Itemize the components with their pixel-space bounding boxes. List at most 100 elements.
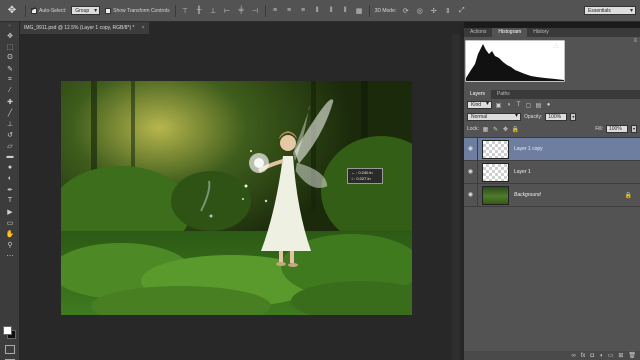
distribute-top-icon[interactable]: ≡ [271, 6, 280, 15]
lock-transparent-icon[interactable]: ▦ [482, 126, 489, 133]
layer-row[interactable]: ◉ Layer 1 copy [464, 137, 640, 161]
layers-filter-row: Kind ▣ ◑ T ▢ ▤ ● [464, 99, 640, 111]
align-top-icon[interactable]: ⊤ [181, 6, 190, 15]
shape-icon[interactable]: ▭ [0, 217, 20, 228]
3d-rotate-icon[interactable]: ⟳ [401, 6, 410, 15]
history-brush-icon[interactable]: ↺ [0, 129, 20, 140]
panel-menu-icon[interactable]: ≡ [633, 38, 637, 44]
align-hcenter-icon[interactable]: ╪ [237, 6, 246, 15]
3d-scale-icon[interactable]: ⤢ [457, 6, 466, 15]
layer-thumbnail[interactable] [482, 185, 509, 205]
zoom-icon[interactable]: ⚲ [0, 239, 20, 250]
3d-slide-icon[interactable]: ⇕ [443, 6, 452, 15]
distribute-left-icon[interactable]: ⦀ [313, 6, 322, 15]
eye-icon[interactable]: ◉ [464, 137, 478, 161]
eraser-icon[interactable]: ▱ [0, 140, 20, 151]
show-transform-label: Show Transform Controls [113, 7, 170, 14]
align-left-icon[interactable]: ⊢ [223, 6, 232, 15]
gradient-icon[interactable]: ▬ [0, 151, 20, 162]
filter-shape-icon[interactable]: ▢ [525, 102, 532, 109]
eye-icon[interactable]: ◉ [464, 183, 478, 207]
layer-name[interactable]: Layer 1 copy [514, 146, 543, 152]
brush-icon[interactable]: ╱ [0, 107, 20, 118]
tab-actions[interactable]: Actions [464, 28, 492, 37]
tab-history[interactable]: History [527, 28, 555, 37]
tab-histogram[interactable]: Histogram [492, 28, 528, 37]
lasso-icon[interactable]: ʘ [0, 52, 20, 63]
move-tool-icon[interactable]: ✥ [4, 4, 20, 18]
align-right-icon[interactable]: ⊣ [251, 6, 260, 15]
blend-mode-dropdown[interactable]: Normal [467, 113, 521, 121]
opacity-field[interactable]: 100% [545, 113, 568, 121]
auto-align-icon[interactable]: ▦ [355, 6, 364, 15]
healing-brush-icon[interactable]: ✚ [0, 96, 20, 107]
show-transform-checkbox[interactable]: Show Transform Controls [105, 7, 170, 14]
filter-toggle-icon[interactable]: ● [545, 102, 552, 109]
checkbox-box[interactable] [31, 5, 37, 14]
new-layer-icon[interactable]: ⊞ [618, 352, 623, 359]
3d-drag-icon[interactable]: ✢ [429, 6, 438, 15]
lock-image-icon[interactable]: ✎ [492, 126, 499, 133]
marquee-icon[interactable]: ⬚ [0, 41, 20, 52]
fill-field[interactable]: 100% [606, 125, 628, 133]
layer-thumbnail[interactable] [482, 162, 509, 182]
add-mask-icon[interactable]: ◘ [590, 353, 594, 359]
layer-thumbnail[interactable] [482, 139, 509, 159]
toolbox-grip[interactable]: » [0, 22, 19, 30]
divider [368, 4, 370, 17]
quick-select-icon[interactable]: ✎ [0, 63, 20, 74]
layer-name[interactable]: Background [514, 192, 541, 198]
tab-layers[interactable]: Layers [464, 90, 492, 99]
distribute-vcenter-icon[interactable]: ≡ [285, 6, 294, 15]
layer-row[interactable]: ◉ Background 🔒 [464, 183, 640, 207]
filter-type-icon[interactable]: T [515, 102, 522, 109]
layer-name[interactable]: Layer 1 [514, 169, 531, 175]
distribute-hcenter-icon[interactable]: ⦀ [327, 6, 336, 15]
align-bottom-icon[interactable]: ⊥ [209, 6, 218, 15]
tab-paths[interactable]: Paths [491, 90, 516, 99]
3d-roll-icon[interactable]: ◎ [415, 6, 424, 15]
foreground-color-swatch[interactable] [3, 326, 12, 335]
quick-mask-icon[interactable] [5, 345, 15, 354]
filter-adjust-icon[interactable]: ◑ [505, 102, 512, 109]
distribute-right-icon[interactable]: ⦀ [341, 6, 350, 15]
warning-icon[interactable]: ⚠ [553, 42, 559, 50]
align-vcenter-icon[interactable]: ╫ [195, 6, 204, 15]
clone-stamp-icon[interactable]: ⊥ [0, 118, 20, 129]
auto-select-checkbox[interactable]: Auto-Select: [31, 5, 66, 14]
move-icon[interactable]: ✥ [0, 30, 20, 41]
more-tools-icon[interactable]: ⋯ [0, 250, 20, 261]
crop-icon[interactable]: ⌗ [0, 74, 20, 85]
checkbox-box[interactable] [105, 7, 112, 14]
layers-panel-footer: ∞ fx ◘ ◑ ▭ ⊞ 🗑 [464, 351, 640, 360]
eye-icon[interactable]: ◉ [464, 160, 478, 184]
new-group-icon[interactable]: ▭ [608, 352, 614, 359]
layer-style-icon[interactable]: fx [581, 353, 586, 359]
trash-icon[interactable]: 🗑 [628, 352, 636, 359]
vertical-scrollbar[interactable] [452, 34, 460, 360]
adjustment-layer-icon[interactable]: ◑ [599, 353, 603, 359]
dodge-icon[interactable]: ◐ [0, 173, 20, 184]
type-icon[interactable]: T [0, 195, 20, 206]
eyedropper-icon[interactable]: ⁄ [0, 85, 20, 96]
layer-row[interactable]: ◉ Layer 1 [464, 160, 640, 184]
lock-all-icon[interactable]: 🔒 [512, 126, 519, 133]
link-layers-icon[interactable]: ∞ [571, 353, 575, 359]
workspace-dropdown[interactable]: Essentials [584, 6, 636, 15]
auto-select-dropdown[interactable]: Group [71, 6, 101, 15]
pen-icon[interactable]: ✒ [0, 184, 20, 195]
blur-icon[interactable]: ● [0, 162, 20, 173]
close-icon[interactable]: × [142, 22, 145, 34]
filter-kind-dropdown[interactable]: Kind [467, 101, 493, 109]
hand-icon[interactable]: ✋ [0, 228, 20, 239]
path-select-icon[interactable]: ▶ [0, 206, 20, 217]
filter-smart-icon[interactable]: ▤ [535, 102, 542, 109]
opacity-dropdown-button[interactable]: ▾ [570, 113, 577, 121]
lock-position-icon[interactable]: ✥ [502, 126, 509, 133]
distribute-bottom-icon[interactable]: ≡ [299, 6, 308, 15]
document-tab[interactable]: IMG_9911.psd @ 12.5% (Layer 1 copy, RGB/… [20, 22, 149, 34]
canvas-area[interactable]: ↔ : 0.240 in ↕ : 0.027 in [20, 34, 460, 360]
filter-pixel-icon[interactable]: ▣ [495, 102, 502, 109]
fill-dropdown-button[interactable]: ▾ [631, 125, 637, 133]
canvas-image[interactable] [61, 81, 412, 315]
